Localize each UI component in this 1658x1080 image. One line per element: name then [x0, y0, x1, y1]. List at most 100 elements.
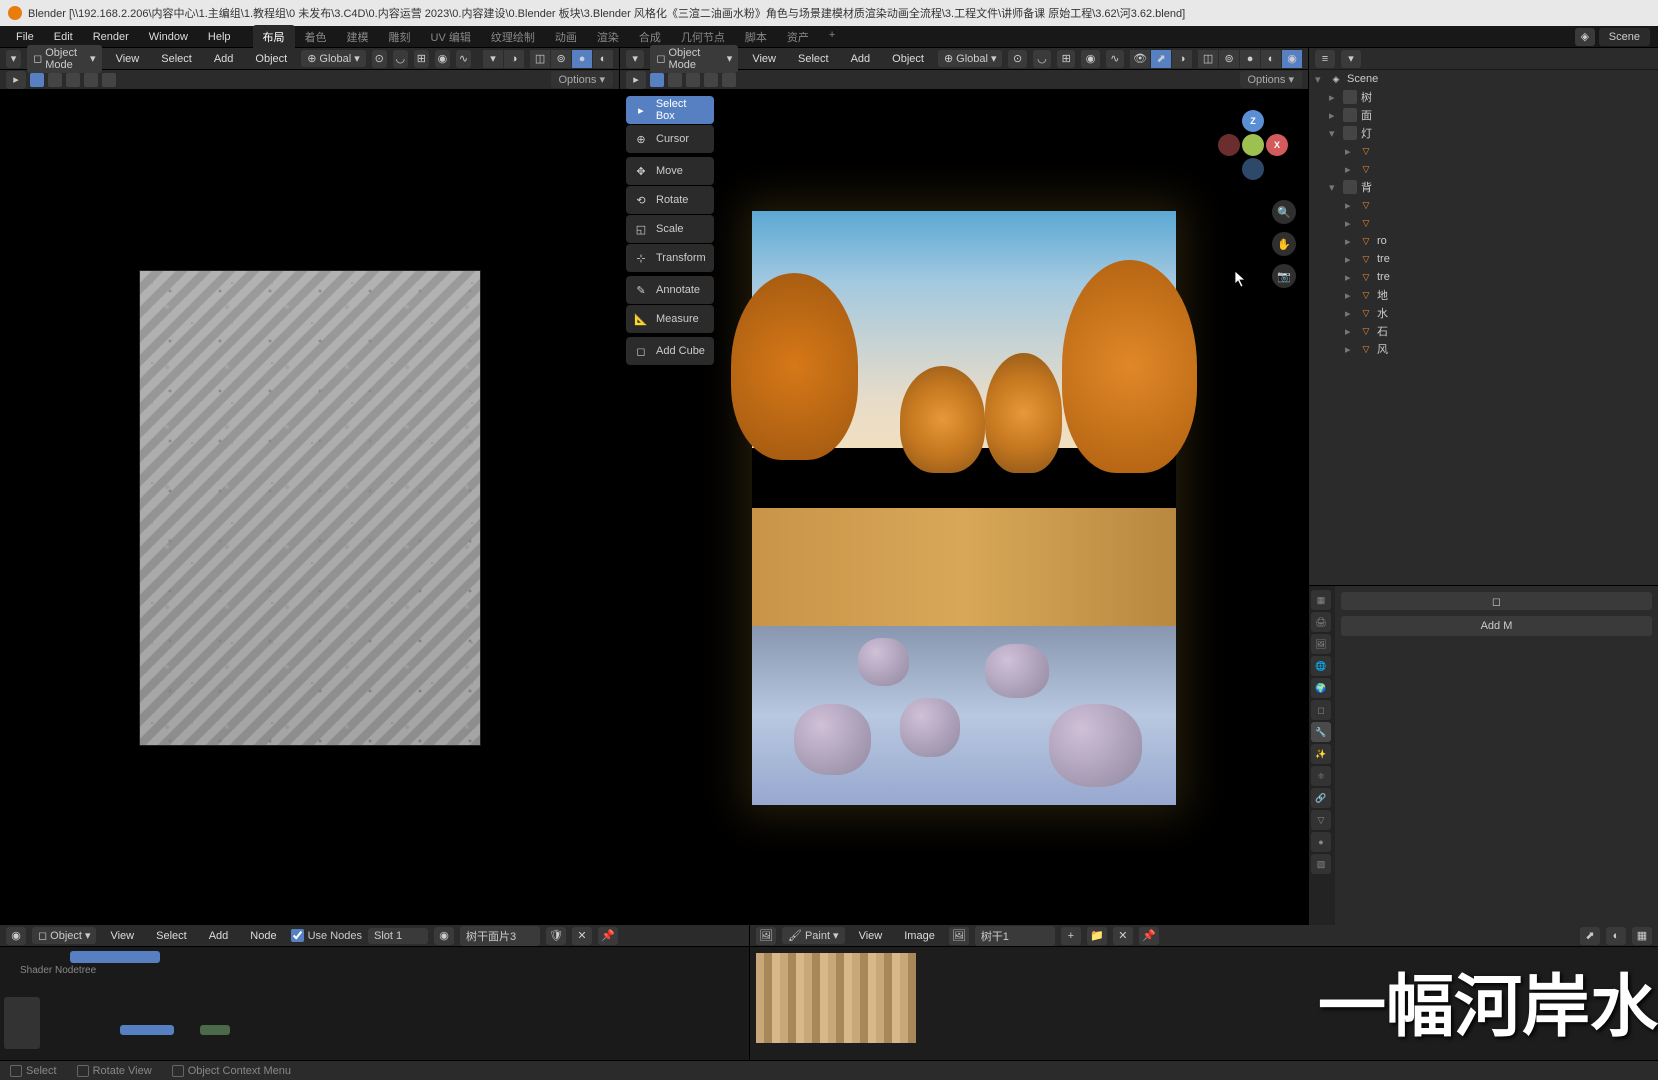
viewport-left-body[interactable] [0, 90, 619, 925]
scene-icon[interactable]: ◈ [1575, 28, 1595, 46]
overlay-icon-r[interactable]: ◑ [1172, 50, 1192, 68]
image-canvas[interactable] [750, 947, 1658, 1060]
node-type-selector[interactable]: ◻ Object ▾ [32, 927, 96, 944]
img-open-icon[interactable]: 📁 [1087, 927, 1107, 945]
node-menu-node[interactable]: Node [242, 927, 284, 945]
expand-icon[interactable]: ▸ [1345, 199, 1355, 212]
node-header[interactable] [70, 951, 160, 963]
tab-layout[interactable]: 布局 [253, 25, 295, 49]
gizmo-neg-z[interactable] [1242, 158, 1264, 180]
expand-icon[interactable]: ▸ [1345, 325, 1355, 338]
viewport-right-body[interactable]: ▸Select Box ⊕Cursor ✥Move ⟲Rotate ◱Scale… [620, 90, 1308, 925]
rendered-icon-r[interactable]: ◉ [1282, 50, 1302, 68]
vp-menu-object-r[interactable]: Object [884, 50, 932, 68]
node-texture[interactable] [4, 997, 40, 1049]
prop-tab-object[interactable]: ◻ [1311, 700, 1331, 720]
prop-tab-scene[interactable]: 🌐 [1311, 656, 1331, 676]
tab-animation[interactable]: 动画 [545, 25, 587, 49]
expand-icon[interactable]: ▾ [1315, 73, 1325, 86]
slot-selector[interactable]: Slot 1 [368, 928, 428, 944]
expand-icon[interactable]: ▸ [1345, 163, 1355, 176]
outliner-row[interactable]: ▸▽ [1309, 214, 1658, 232]
falloff-icon[interactable]: ∿ [456, 50, 471, 68]
outliner-row[interactable]: ▾灯 [1309, 124, 1658, 142]
vp-menu-select[interactable]: Select [153, 50, 200, 68]
mode-selector-right[interactable]: ◻ Object Mode ▾ [650, 45, 738, 73]
visibility-icon[interactable]: 👁 [1130, 50, 1150, 68]
select-tool-icon[interactable]: ▸ [6, 71, 26, 89]
snap-icon[interactable]: ◡ [393, 50, 408, 68]
tool-transform[interactable]: ⊹Transform [626, 244, 714, 272]
node-menu-add[interactable]: Add [201, 927, 237, 945]
outliner-row[interactable]: ▾背 [1309, 178, 1658, 196]
tool-rotate[interactable]: ⟲Rotate [626, 186, 714, 214]
outliner-row[interactable]: ▸▽ [1309, 160, 1658, 178]
img-menu-view[interactable]: View [851, 927, 891, 945]
paint-mode-selector[interactable]: 🖌 Paint ▾ [782, 927, 845, 944]
prop-tab-particles[interactable]: ✨ [1311, 744, 1331, 764]
selmode-intersect-r[interactable] [722, 73, 736, 87]
prop-tab-physics[interactable]: ⚛ [1311, 766, 1331, 786]
node-menu-view[interactable]: View [102, 927, 142, 945]
options-button-r[interactable]: Options ▾ [1240, 71, 1303, 88]
gizmo-toggle-icon-r[interactable]: ⬈ [1151, 50, 1171, 68]
prop-tab-modifier[interactable]: 🔧 [1311, 722, 1331, 742]
prop-tab-constraint[interactable]: 🔗 [1311, 788, 1331, 808]
tab-assets[interactable]: 资产 [777, 25, 819, 49]
tab-modeling[interactable]: 建模 [337, 25, 379, 49]
expand-icon[interactable]: ▾ [1329, 181, 1339, 194]
expand-icon[interactable]: ▸ [1345, 235, 1355, 248]
prop-tab-view[interactable]: 🖼 [1311, 634, 1331, 654]
gizmo-x[interactable]: X [1266, 134, 1288, 156]
overlay-toggle-icon[interactable]: ◑ [504, 50, 524, 68]
outliner-row[interactable]: ▸▽ [1309, 142, 1658, 160]
xray-icon[interactable]: ◫ [530, 50, 550, 68]
selmode-invert-r[interactable] [704, 73, 718, 87]
add-modifier-button[interactable]: Add M [1341, 616, 1652, 636]
img-new-icon[interactable]: + [1061, 927, 1081, 945]
editor-type-icon[interactable]: ▾ [6, 50, 21, 68]
tab-texture[interactable]: 纹理绘制 [481, 25, 545, 49]
outliner-row[interactable]: ▸▽ [1309, 196, 1658, 214]
image-name-field[interactable]: 树干1 [975, 926, 1055, 946]
selmode-new[interactable] [30, 73, 44, 87]
menu-file[interactable]: File [8, 28, 42, 46]
expand-icon[interactable]: ▸ [1329, 91, 1339, 104]
img-gizmo-icon[interactable]: ⬈ [1580, 927, 1600, 945]
node-output[interactable] [200, 1025, 230, 1035]
use-nodes-checkbox[interactable] [291, 929, 304, 942]
image-browse-icon[interactable]: 🖼 [949, 927, 969, 945]
mode-selector[interactable]: ◻ Object Mode ▾ [27, 45, 102, 73]
gizmo-y[interactable] [1242, 134, 1264, 156]
unlink-icon[interactable]: ✕ [572, 927, 592, 945]
selmode-subtract-r[interactable] [686, 73, 700, 87]
tool-cursor[interactable]: ⊕Cursor [626, 125, 714, 153]
tool-select-box[interactable]: ▸Select Box [626, 96, 714, 124]
outliner-row[interactable]: ▸树 [1309, 88, 1658, 106]
prop-tab-texture[interactable]: ▨ [1311, 854, 1331, 874]
nav-gizmo[interactable]: Z X [1218, 110, 1288, 180]
menu-edit[interactable]: Edit [46, 28, 81, 46]
tab-shading[interactable]: 着色 [295, 25, 337, 49]
menu-window[interactable]: Window [141, 28, 196, 46]
wireframe-icon-r[interactable]: ⊚ [1219, 50, 1239, 68]
outliner-row[interactable]: ▸▽ro [1309, 232, 1658, 250]
selmode-extend[interactable] [48, 73, 62, 87]
proportional-icon-r[interactable]: ◉ [1081, 50, 1099, 68]
menu-help[interactable]: Help [200, 28, 239, 46]
node-shader[interactable] [120, 1025, 174, 1035]
node-menu-select[interactable]: Select [148, 927, 195, 945]
img-pin-icon[interactable]: 📌 [1139, 927, 1159, 945]
tab-scripting[interactable]: 脚本 [735, 25, 777, 49]
prop-tab-output[interactable]: 🖨 [1311, 612, 1331, 632]
snap-target-icon[interactable]: ⊞ [414, 50, 429, 68]
snap-target-icon-r[interactable]: ⊞ [1057, 50, 1075, 68]
prop-tab-data[interactable]: ▽ [1311, 810, 1331, 830]
material-browse-icon[interactable]: ◉ [434, 927, 454, 945]
select-tool-icon-r[interactable]: ▸ [626, 71, 646, 89]
tab-sculpting[interactable]: 雕刻 [379, 25, 421, 49]
expand-icon[interactable]: ▸ [1345, 343, 1355, 356]
vp-menu-add-r[interactable]: Add [843, 50, 879, 68]
expand-icon[interactable]: ▸ [1345, 145, 1355, 158]
img-unlink-icon[interactable]: ✕ [1113, 927, 1133, 945]
